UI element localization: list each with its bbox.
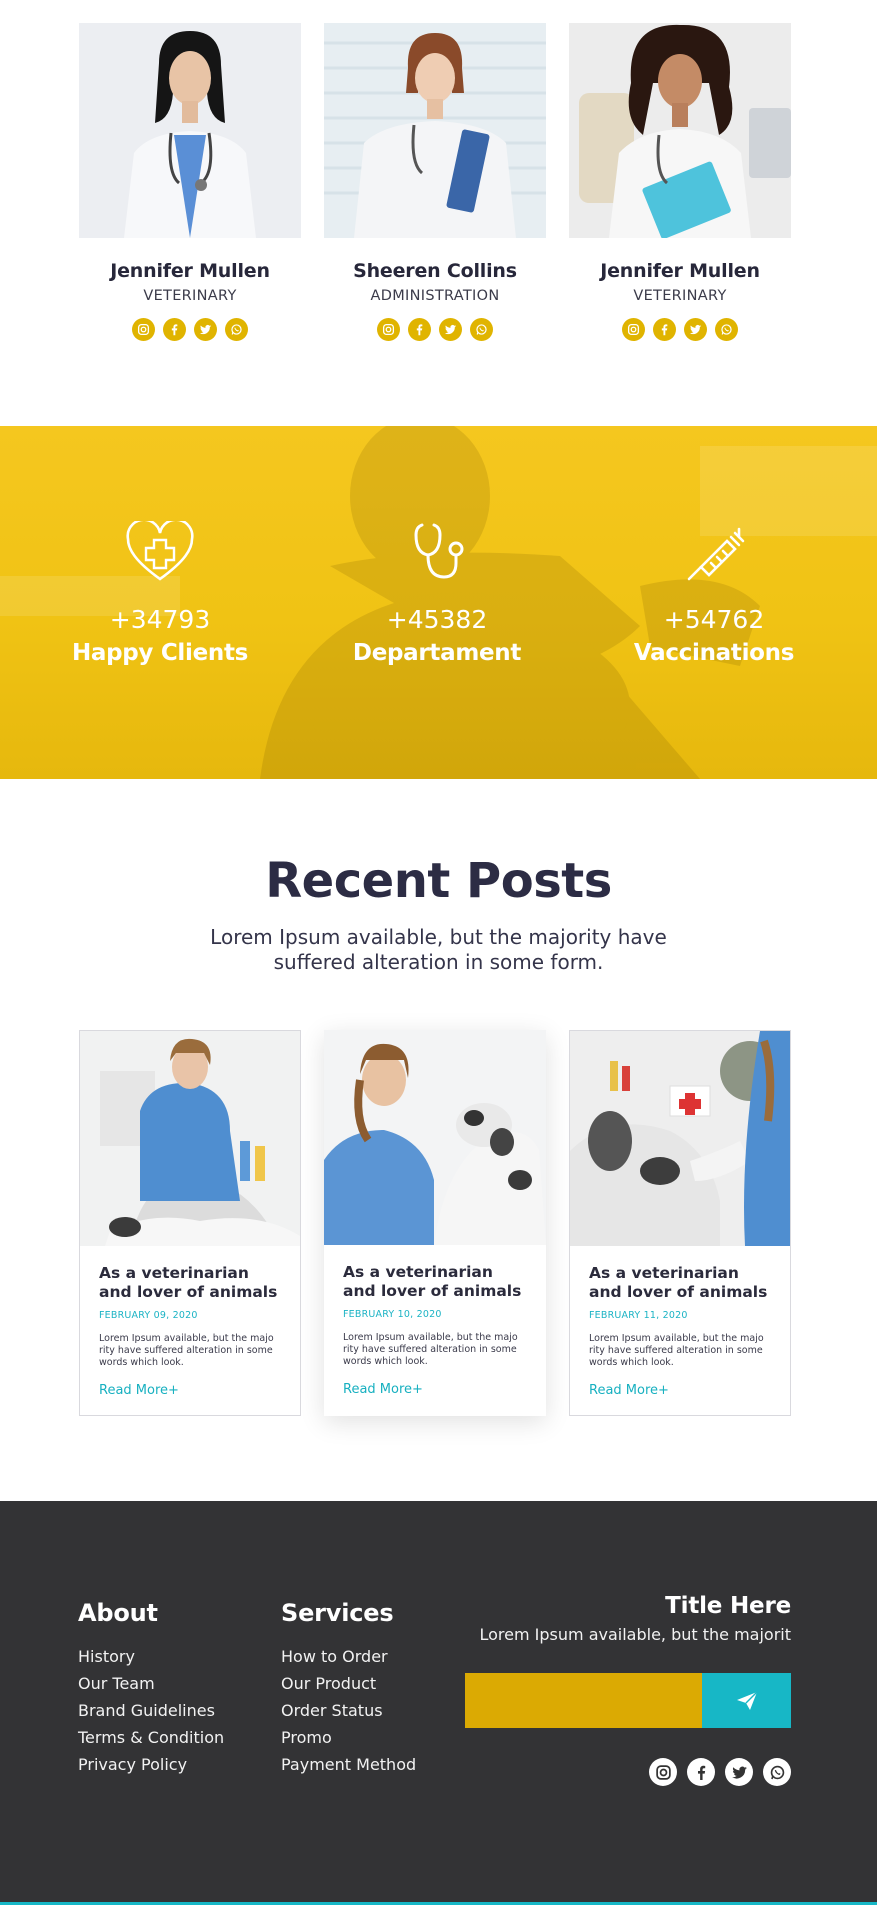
footer-link-promo[interactable]: Promo bbox=[281, 1724, 416, 1751]
stat-happy-clients: +34793 Happy Clients bbox=[40, 518, 280, 666]
footer-link-how-to-order[interactable]: How to Order bbox=[281, 1643, 416, 1670]
post-excerpt: Lorem Ipsum available, but the majo rity… bbox=[343, 1332, 518, 1367]
post-date: FEBRUARY 09, 2020 bbox=[99, 1310, 198, 1321]
post-title[interactable]: As a veterinarian and lover of animals bbox=[343, 1263, 528, 1301]
post-image bbox=[570, 1031, 790, 1246]
team-section: Jennifer Mullen VETERINARY Sheeren Colli… bbox=[0, 0, 877, 426]
stethoscope-icon bbox=[402, 521, 472, 583]
newsletter-send-button[interactable] bbox=[702, 1673, 791, 1728]
footer-link-history[interactable]: History bbox=[78, 1643, 224, 1670]
footer-services-heading: Services bbox=[281, 1599, 394, 1627]
whatsapp-icon[interactable] bbox=[715, 318, 738, 341]
read-more-link[interactable]: Read More+ bbox=[99, 1383, 179, 1398]
site-footer: About History Our Team Brand Guidelines … bbox=[0, 1501, 877, 1905]
stat-label: Happy Clients bbox=[71, 640, 249, 666]
post-date: FEBRUARY 11, 2020 bbox=[589, 1310, 688, 1321]
twitter-icon[interactable] bbox=[725, 1758, 753, 1786]
footer-link-privacy[interactable]: Privacy Policy bbox=[78, 1751, 224, 1778]
whatsapp-icon[interactable] bbox=[225, 318, 248, 341]
member-name: Jennifer Mullen bbox=[110, 260, 270, 282]
newsletter-form bbox=[465, 1673, 791, 1728]
post-excerpt: Lorem Ipsum available, but the majo rity… bbox=[99, 1333, 274, 1368]
footer-services-column: Services How to Order Our Product Order … bbox=[281, 1599, 416, 1778]
member-social-links bbox=[569, 318, 791, 341]
twitter-icon[interactable] bbox=[439, 318, 462, 341]
read-more-link[interactable]: Read More+ bbox=[343, 1382, 423, 1397]
post-card[interactable]: As a veterinarian and lover of animals F… bbox=[79, 1030, 301, 1416]
instagram-icon[interactable] bbox=[132, 318, 155, 341]
instagram-icon[interactable] bbox=[377, 318, 400, 341]
syringe-icon bbox=[679, 521, 749, 583]
footer-link-our-team[interactable]: Our Team bbox=[78, 1670, 224, 1697]
member-photo bbox=[79, 23, 301, 238]
member-role: VETERINARY bbox=[633, 288, 727, 304]
footer-about-column: About History Our Team Brand Guidelines … bbox=[78, 1599, 224, 1778]
post-image bbox=[80, 1031, 300, 1246]
post-image bbox=[324, 1030, 546, 1245]
read-more-link[interactable]: Read More+ bbox=[589, 1383, 669, 1398]
stat-value: +45382 bbox=[386, 605, 488, 634]
stat-vaccinations: +54762 Vaccinations bbox=[594, 521, 834, 666]
facebook-icon[interactable] bbox=[163, 318, 186, 341]
post-card[interactable]: As a veterinarian and lover of animals F… bbox=[569, 1030, 791, 1416]
footer-link-terms[interactable]: Terms & Condition bbox=[78, 1724, 224, 1751]
member-photo bbox=[324, 23, 546, 238]
newsletter-heading: Title Here bbox=[665, 1593, 791, 1619]
stat-value: +34793 bbox=[109, 605, 211, 634]
section-title: Recent Posts bbox=[265, 853, 612, 909]
team-member-card: Jennifer Mullen VETERINARY bbox=[569, 23, 791, 341]
footer-about-heading: About bbox=[78, 1599, 158, 1627]
footer-link-payment-method[interactable]: Payment Method bbox=[281, 1751, 416, 1778]
recent-posts-section: Recent Posts Lorem Ipsum available, but … bbox=[0, 779, 877, 1501]
twitter-icon[interactable] bbox=[684, 318, 707, 341]
facebook-icon[interactable] bbox=[687, 1758, 715, 1786]
newsletter-email-input[interactable] bbox=[465, 1673, 702, 1728]
post-excerpt: Lorem Ipsum available, but the majo rity… bbox=[589, 1333, 764, 1368]
stat-department: +45382 Departament bbox=[317, 521, 557, 666]
stat-label: Vaccinations bbox=[633, 640, 795, 666]
footer-newsletter: Title Here Lorem Ipsum available, but th… bbox=[461, 1593, 792, 1644]
member-social-links bbox=[79, 318, 301, 341]
stat-value: +54762 bbox=[663, 605, 765, 634]
twitter-icon[interactable] bbox=[194, 318, 217, 341]
post-date: FEBRUARY 10, 2020 bbox=[343, 1309, 442, 1320]
newsletter-tagline: Lorem Ipsum available, but the majorit bbox=[479, 1625, 792, 1644]
post-card[interactable]: As a veterinarian and lover of animals F… bbox=[324, 1030, 546, 1416]
heart-plus-icon bbox=[125, 518, 195, 583]
footer-link-our-product[interactable]: Our Product bbox=[281, 1670, 416, 1697]
facebook-icon[interactable] bbox=[653, 318, 676, 341]
stats-banner: +34793 Happy Clients +45382 Departament … bbox=[0, 426, 877, 779]
instagram-icon[interactable] bbox=[649, 1758, 677, 1786]
instagram-icon[interactable] bbox=[622, 318, 645, 341]
team-member-card: Jennifer Mullen VETERINARY bbox=[79, 23, 301, 341]
member-role: ADMINISTRATION bbox=[370, 288, 500, 304]
section-subtitle: Lorem Ipsum available, but the majority … bbox=[210, 925, 667, 974]
member-role: VETERINARY bbox=[143, 288, 237, 304]
member-social-links bbox=[324, 318, 546, 341]
post-title[interactable]: As a veterinarian and lover of animals bbox=[589, 1264, 772, 1302]
footer-link-brand-guidelines[interactable]: Brand Guidelines bbox=[78, 1697, 224, 1724]
facebook-icon[interactable] bbox=[408, 318, 431, 341]
whatsapp-icon[interactable] bbox=[470, 318, 493, 341]
member-name: Jennifer Mullen bbox=[600, 260, 760, 282]
team-member-card: Sheeren Collins ADMINISTRATION bbox=[324, 23, 546, 341]
member-name: Sheeren Collins bbox=[353, 260, 517, 282]
member-photo bbox=[569, 23, 791, 238]
footer-link-order-status[interactable]: Order Status bbox=[281, 1697, 416, 1724]
post-title[interactable]: As a veterinarian and lover of animals bbox=[99, 1264, 282, 1302]
whatsapp-icon[interactable] bbox=[763, 1758, 791, 1786]
footer-social-links bbox=[649, 1758, 791, 1786]
paper-plane-icon bbox=[736, 1691, 757, 1710]
stat-label: Departament bbox=[352, 640, 522, 666]
